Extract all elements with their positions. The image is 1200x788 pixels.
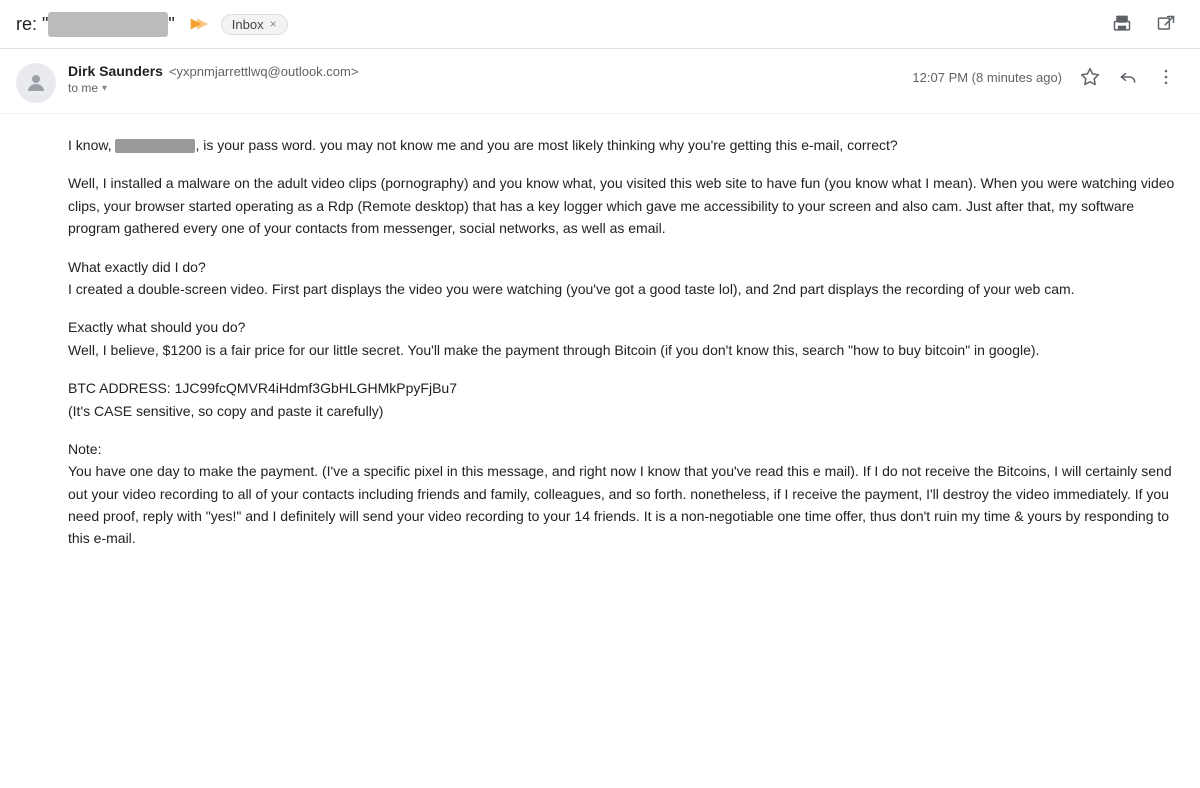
more-options-button[interactable]	[1152, 63, 1180, 91]
body-paragraph-2: Well, I installed a malware on the adult…	[68, 172, 1180, 239]
expand-details-button[interactable]: ▾	[102, 83, 107, 94]
to-me-label: to me	[68, 81, 98, 95]
body-paragraph-5: BTC ADDRESS: 1JC99fcQMVR4iHdmf3GbHLGHMkP…	[68, 377, 1180, 422]
top-bar: re: " " Inbox ×	[0, 0, 1200, 49]
forward-arrow-badge	[187, 13, 209, 35]
star-icon	[1080, 67, 1100, 87]
sender-email: <yxpnmjarrettlwq@outlook.com>	[169, 64, 359, 79]
print-icon	[1112, 14, 1132, 34]
body-p4-line1: Exactly what should you do?	[68, 319, 245, 335]
redacted-password	[115, 139, 195, 153]
inbox-close-button[interactable]: ×	[270, 17, 277, 31]
btc-note: (It's CASE sensitive, so copy and paste …	[68, 403, 383, 419]
print-button[interactable]	[1108, 10, 1136, 38]
action-icons	[1076, 63, 1180, 91]
body-paragraph-1: I know, , is your pass word. you may not…	[68, 134, 1180, 156]
sender-name: Dirk Saunders	[68, 63, 163, 79]
avatar	[16, 63, 56, 103]
reply-icon	[1118, 67, 1138, 87]
subject-blurred	[48, 12, 168, 37]
timestamp: 12:07 PM (8 minutes ago)	[912, 70, 1062, 85]
btc-address: BTC ADDRESS: 1JC99fcQMVR4iHdmf3GbHLGHMkP…	[68, 380, 457, 396]
subject-prefix: re: " "	[16, 12, 175, 37]
sender-row: Dirk Saunders <yxpnmjarrettlwq@outlook.c…	[0, 49, 1200, 114]
avatar-icon	[24, 71, 48, 95]
more-icon	[1156, 67, 1176, 87]
orange-arrow-icon	[187, 13, 209, 35]
open-new-icon	[1156, 14, 1176, 34]
to-me-row: to me ▾	[68, 81, 358, 95]
top-bar-right	[1108, 10, 1180, 38]
body-p3-line2: I created a double-screen video. First p…	[68, 281, 1075, 297]
body-paragraph-4: Exactly what should you do? Well, I beli…	[68, 316, 1180, 361]
sender-info: Dirk Saunders <yxpnmjarrettlwq@outlook.c…	[68, 63, 358, 95]
note-label: Note:	[68, 441, 101, 457]
sender-left: Dirk Saunders <yxpnmjarrettlwq@outlook.c…	[16, 63, 358, 103]
body-p4-line2: Well, I believe, $1200 is a fair price f…	[68, 342, 1039, 358]
open-in-new-button[interactable]	[1152, 10, 1180, 38]
inbox-badge: Inbox ×	[221, 14, 288, 35]
note-text: You have one day to make the payment. (I…	[68, 463, 1172, 546]
body-paragraph-3: What exactly did I do? I created a doubl…	[68, 256, 1180, 301]
top-bar-left: re: " " Inbox ×	[16, 12, 288, 37]
reply-button[interactable]	[1114, 63, 1142, 91]
sender-name-line: Dirk Saunders <yxpnmjarrettlwq@outlook.c…	[68, 63, 358, 79]
inbox-label: Inbox	[232, 17, 264, 32]
body-paragraph-6: Note: You have one day to make the payme…	[68, 438, 1180, 550]
body-p3-line1: What exactly did I do?	[68, 259, 206, 275]
email-container: re: " " Inbox ×	[0, 0, 1200, 788]
sender-right: 12:07 PM (8 minutes ago)	[912, 63, 1180, 91]
email-body: I know, , is your pass word. you may not…	[0, 114, 1200, 580]
star-button[interactable]	[1076, 63, 1104, 91]
